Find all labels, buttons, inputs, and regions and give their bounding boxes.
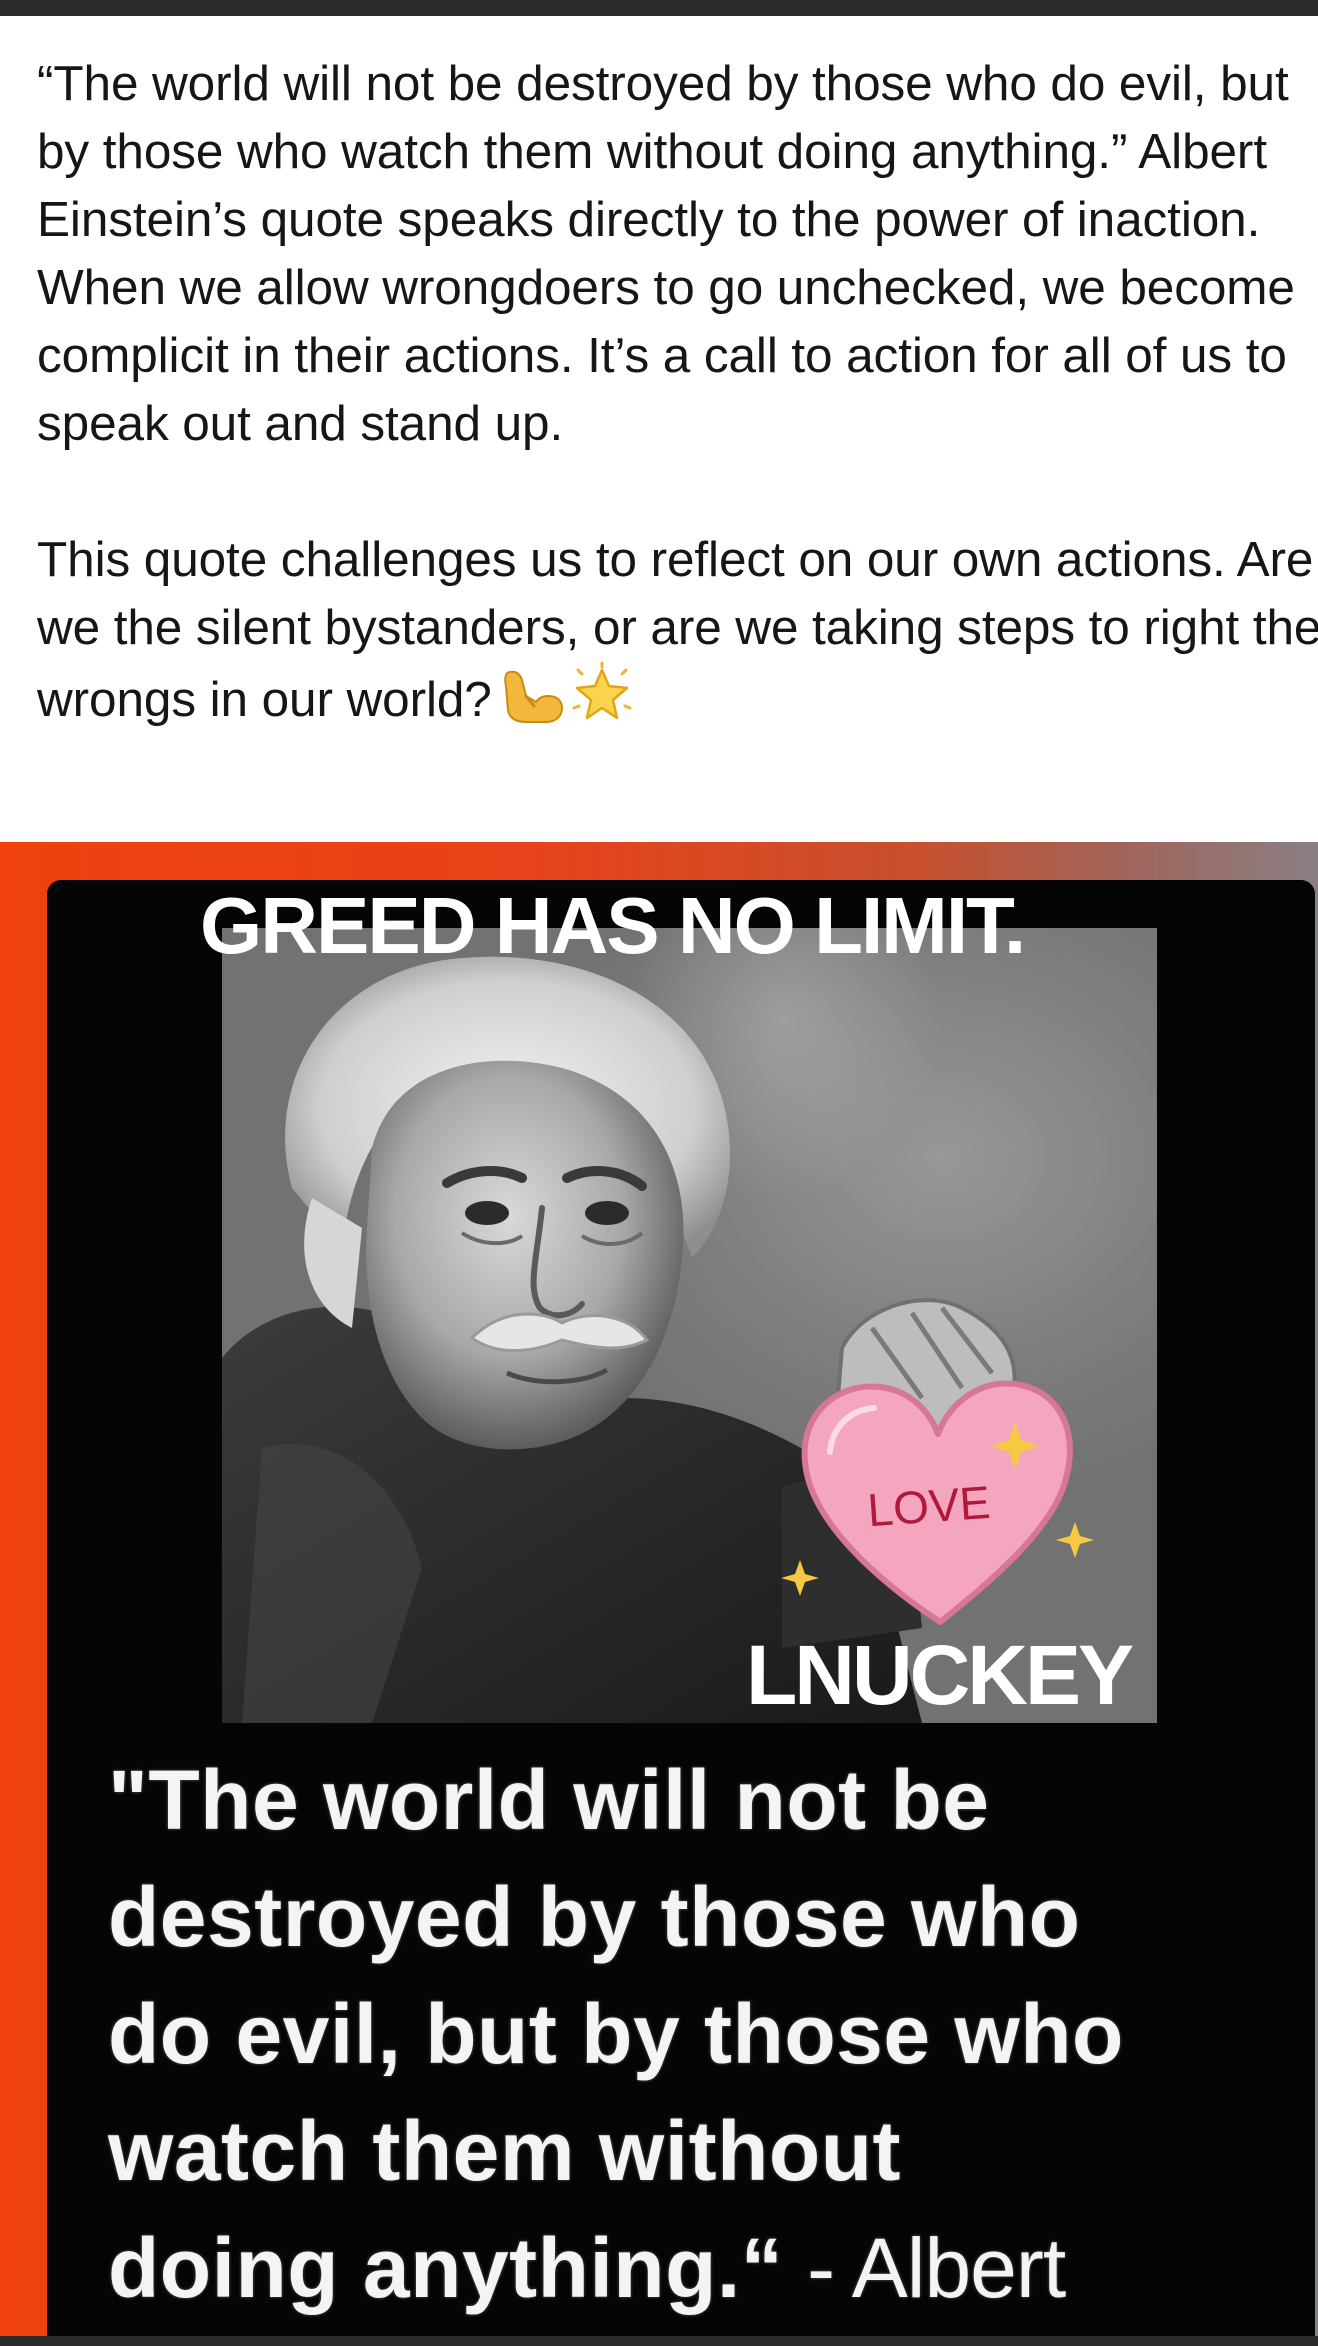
top-bar bbox=[0, 0, 1318, 16]
post-paragraph-1: “The world will not be destroyed by thos… bbox=[37, 56, 1295, 451]
caption-line: do evil, but by those who bbox=[108, 1987, 1124, 2081]
caption-line: doing anything.“ bbox=[108, 2221, 784, 2315]
image-caption: "The world will not be destroyed by thos… bbox=[108, 1742, 1308, 2327]
screenshot: “The world will not be destroyed by thos… bbox=[0, 0, 1318, 2346]
post-text: “The world will not be destroyed by thos… bbox=[37, 50, 1318, 742]
caption-line: watch them without bbox=[108, 2104, 901, 2198]
glowing-star-icon bbox=[572, 660, 632, 742]
sticker-text: LOVE bbox=[866, 1476, 992, 1536]
image-signature: LNUCKEY bbox=[746, 1628, 1134, 1722]
caption-last-line: doing anything.“ - Albert bbox=[108, 2210, 1308, 2327]
image-headline: GREED HAS NO LIMIT. bbox=[200, 881, 1026, 970]
caption-line: "The world will not be bbox=[108, 1753, 990, 1847]
flexed-biceps-icon bbox=[500, 666, 564, 742]
caption-line: destroyed by those who bbox=[108, 1870, 1081, 1964]
bottom-bar bbox=[0, 2336, 1318, 2346]
caption-attribution: - Albert bbox=[807, 2221, 1066, 2315]
post-paragraph-2: This quote challenges us to reflect on o… bbox=[37, 526, 1318, 742]
post-paragraph-2-text: This quote challenges us to reflect on o… bbox=[37, 532, 1318, 727]
sparkle-icon bbox=[1056, 1522, 1094, 1558]
love-heart-sticker: LOVE bbox=[770, 1372, 1100, 1642]
sparkle-icon bbox=[781, 1560, 819, 1596]
